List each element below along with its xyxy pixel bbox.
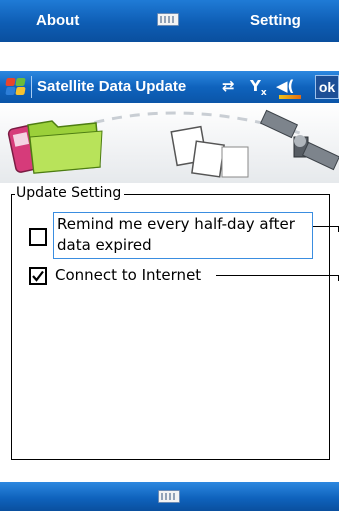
callout-line-connect	[216, 275, 339, 276]
remind-label[interactable]: Remind me every half-day after data expi…	[57, 214, 313, 256]
keyboard-icon[interactable]	[157, 13, 179, 26]
top-softkey-bar: About Setting	[0, 0, 339, 42]
bottom-softkey-bar	[0, 482, 339, 511]
title-bar: Satellite Data Update ⇄ Yx ◀( ok	[0, 71, 339, 103]
windows-start-icon[interactable]	[5, 77, 27, 97]
title-divider	[31, 76, 32, 98]
banner-illustration	[0, 103, 339, 183]
connect-internet-label[interactable]: Connect to Internet	[55, 265, 201, 286]
folder-icon	[27, 120, 103, 174]
keyboard-icon[interactable]	[158, 490, 180, 503]
remind-checkbox[interactable]	[29, 228, 47, 246]
volume-level-bar	[279, 95, 301, 99]
setting-softkey[interactable]: Setting	[250, 12, 301, 29]
connect-internet-checkbox[interactable]	[29, 267, 47, 285]
sync-icon[interactable]: ⇄	[222, 77, 235, 95]
ok-button[interactable]: ok	[315, 75, 339, 99]
checkmark-icon	[32, 270, 44, 282]
window-title: Satellite Data Update	[37, 78, 187, 95]
volume-icon[interactable]: ◀(	[276, 77, 294, 95]
update-setting-legend: Update Setting	[15, 183, 125, 203]
callout-line-remind	[313, 226, 339, 227]
about-softkey[interactable]: About	[36, 12, 79, 29]
signal-icon[interactable]: Yx	[250, 77, 267, 98]
